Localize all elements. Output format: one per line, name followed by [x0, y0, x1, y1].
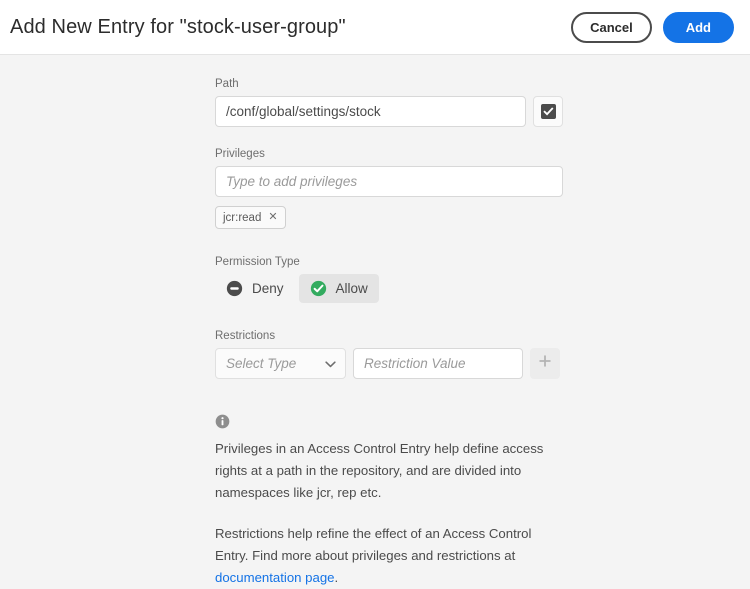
chevron-down-icon: [325, 355, 336, 373]
permission-option-allow-label: Allow: [335, 281, 368, 296]
path-input[interactable]: /conf/global/settings/stock: [215, 96, 526, 127]
privileges-tag-list: jcr:read ✕: [215, 206, 563, 229]
add-restriction-button[interactable]: [530, 348, 560, 379]
privilege-tag-label: jcr:read: [223, 211, 262, 224]
restriction-type-placeholder: Select Type: [226, 356, 297, 371]
restriction-value-placeholder: Restriction Value: [364, 356, 466, 371]
page-title: Add New Entry for "stock-user-group": [10, 15, 346, 38]
acl-entry-form: Path /conf/global/settings/stock Privile…: [187, 77, 563, 589]
info-block: Privileges in an Access Control Entry he…: [215, 414, 559, 589]
close-icon[interactable]: ✕: [268, 212, 277, 223]
privilege-tag[interactable]: jcr:read ✕: [215, 206, 286, 229]
restriction-value-input[interactable]: Restriction Value: [353, 348, 523, 379]
info-restrictions-text: Restrictions help refine the effect of a…: [215, 526, 532, 563]
path-checkbox-button[interactable]: [533, 96, 563, 127]
dialog-header: Add New Entry for "stock-user-group" Can…: [0, 0, 750, 55]
path-label: Path: [215, 78, 239, 90]
dialog-body: Path /conf/global/settings/stock Privile…: [0, 55, 750, 589]
info-paragraph-restrictions: Restrictions help refine the effect of a…: [215, 523, 559, 589]
permission-type-label: Permission Type: [215, 256, 300, 268]
minus-circle-icon: [226, 280, 243, 297]
header-actions: Cancel Add: [571, 11, 734, 43]
check-circle-icon: [310, 280, 327, 297]
permission-option-allow[interactable]: Allow: [298, 274, 379, 303]
restriction-type-select[interactable]: Select Type: [215, 348, 346, 379]
restrictions-label: Restrictions: [215, 330, 276, 342]
info-paragraph-privileges: Privileges in an Access Control Entry he…: [215, 441, 544, 500]
permission-type-field-group: Permission Type Deny Allow: [215, 255, 563, 303]
cancel-button[interactable]: Cancel: [571, 11, 652, 43]
permission-option-deny-label: Deny: [252, 281, 284, 296]
add-button[interactable]: Add: [662, 11, 734, 43]
checkbox-checked-icon: [540, 104, 556, 119]
path-field-group: Path /conf/global/settings/stock: [215, 77, 563, 127]
plus-icon: [538, 354, 552, 373]
info-icon-row: [215, 414, 559, 429]
documentation-link[interactable]: documentation page: [215, 570, 335, 585]
privileges-field-group: Privileges Type to add privileges jcr:re…: [215, 147, 563, 229]
info-icon: [215, 414, 559, 429]
privileges-input[interactable]: Type to add privileges: [215, 166, 563, 197]
path-row: /conf/global/settings/stock: [215, 96, 563, 127]
privileges-placeholder: Type to add privileges: [226, 174, 358, 189]
permission-option-deny[interactable]: Deny: [215, 274, 295, 303]
restrictions-row: Select Type Restriction Value: [215, 348, 563, 379]
restrictions-field-group: Restrictions Select Type Restriction Val…: [215, 329, 563, 379]
privileges-label: Privileges: [215, 148, 265, 160]
info-restrictions-period: .: [334, 570, 339, 585]
permission-type-options: Deny Allow: [215, 274, 563, 303]
